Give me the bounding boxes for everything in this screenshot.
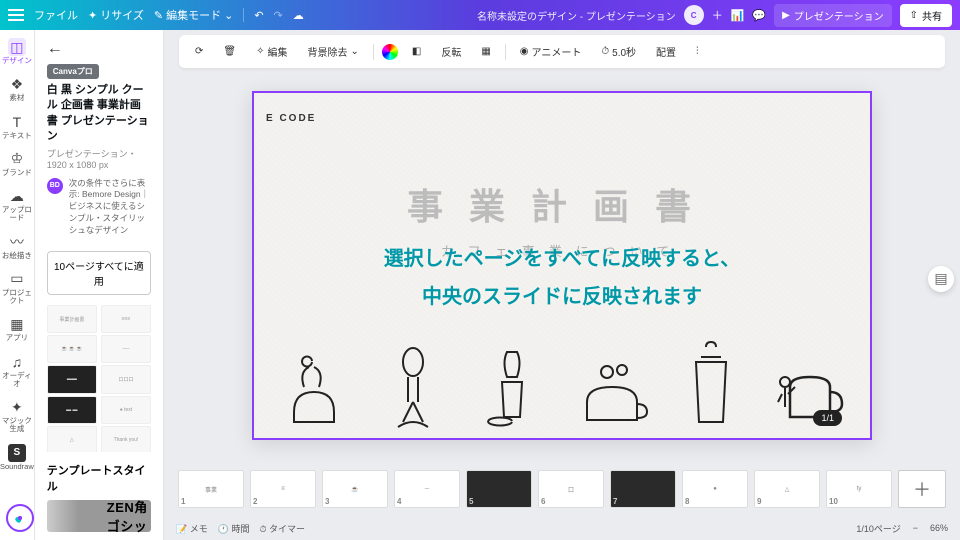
magic-icon: ✦ [8,398,26,416]
present-button[interactable]: ▶ プレゼンテーション [774,4,892,27]
rail-text[interactable]: Tテキスト [0,109,34,144]
rail-elements[interactable]: ❖素材 [0,71,34,106]
rail-draw[interactable]: 〰お絵描き [0,229,34,264]
resize-label: リサイズ [100,7,144,23]
template-thumb[interactable]: Thank you! [101,426,151,452]
page-indicator[interactable]: 1/10ページ [856,522,900,535]
time-button[interactable]: 🕐 時間 [218,522,250,535]
edit-mode-menu[interactable]: ✎ 編集モード ⌄ [154,7,233,23]
rail-design[interactable]: ◫デザイン [0,34,34,69]
zoom-value[interactable]: 66% [930,523,948,533]
strip-page[interactable]: ☕3 [322,470,388,508]
template-thumb[interactable]: ☕ ☕ ☕ [47,335,97,363]
slide-illustrations [264,312,860,432]
strip-page[interactable]: ≡2 [250,470,316,508]
rail-soundraw[interactable]: SSoundraw [0,440,34,475]
position-button[interactable]: 配置 [650,41,682,62]
strip-page[interactable]: ●8 [682,470,748,508]
duration-button[interactable]: ⏱ 5.0秒 [595,41,642,62]
soundraw-icon: S [8,444,26,462]
template-pages-grid: 事業計画書 ≡≡≡ ☕ ☕ ☕ ── ▬▬ 口口口 ▬ ▬ ● text △ T… [35,305,163,452]
file-menu[interactable]: ファイル [34,7,78,23]
analytics-icon[interactable]: 📊 [731,9,745,22]
font-preview[interactable]: ZEN角ゴシッ [47,500,151,532]
author-avatar: BD [47,178,63,194]
strip-page[interactable]: 5 [466,470,532,508]
cloud-sync-icon[interactable]: ☁ [293,9,304,22]
rail-upload[interactable]: ☁アップロード [0,183,34,227]
brand-icon: ♔ [8,150,26,168]
strip-page[interactable]: 事業1 [178,470,244,508]
back-button[interactable]: ← [47,40,151,58]
delete-icon[interactable]: 🗑 [217,43,242,60]
menu-icon[interactable] [8,9,24,21]
ai-fab[interactable] [6,504,34,532]
redo-icon[interactable]: ↷ [274,9,283,22]
instruction-overlay: 選択したページをすべてに反映すると、 中央のスライドに反映されます [164,240,960,316]
slide-heading: 事業計画書 [254,178,870,230]
apply-all-button[interactable]: 10ページすべてに適用 [47,251,151,295]
crop-icon[interactable]: ◧ [406,43,427,60]
template-thumb[interactable]: △ [47,426,97,452]
bg-remove-button[interactable]: 背景除去 ⌄ [301,41,364,62]
canva-assistant-icon[interactable]: C [684,5,704,25]
zoom-out-icon[interactable]: − [913,523,918,533]
elements-icon: ❖ [8,75,26,93]
rail-project[interactable]: ▭プロジェクト [0,266,34,310]
template-style-header: テンプレートスタイル [35,452,163,500]
comment-icon[interactable]: 💬 [752,9,766,22]
project-icon: ▭ [8,270,26,288]
slide-code-label: E CODE [266,113,316,124]
doc-title[interactable]: 名称未設定のデザイン - プレゼンテーション [477,8,676,23]
template-meta: プレゼンテーション・1920 x 1080 px [47,147,151,170]
color-icon[interactable] [382,44,398,60]
template-title: 白 黒 シンプル クール 企画書 事業計画書 プレゼンテーション [47,83,151,145]
audio-icon: ♫ [8,353,26,371]
strip-page[interactable]: △9 [754,470,820,508]
undo-icon[interactable]: ↶ [254,9,263,22]
add-page-button[interactable]: ＋ [898,470,946,508]
share-button[interactable]: ⇧ 共有 [900,4,952,27]
add-icon[interactable]: ＋ [712,7,723,23]
rail-apps[interactable]: ▦アプリ [0,311,34,346]
text-icon: T [8,113,26,131]
template-thumb[interactable]: 事業計画書 [47,305,97,333]
strip-page[interactable]: ─4 [394,470,460,508]
upload-icon: ☁ [8,187,26,205]
strip-page[interactable]: 7 [610,470,676,508]
strip-page[interactable]: 口6 [538,470,604,508]
suggest-text[interactable]: 次の条件でさらに表示: Bemore Design｜ビジネスに使えるシンプル・ス… [69,178,151,237]
template-thumb[interactable]: ● text [101,396,151,424]
more-icon[interactable]: ⫶ [690,43,705,60]
template-thumb[interactable]: ▬▬ [47,365,97,393]
flip-button[interactable]: 反転 [435,41,467,62]
template-thumb[interactable]: ── [101,335,151,363]
page-strip: 事業1 ≡2 ☕3 ─4 5 口6 7 ●8 △9 ty10 ＋ [164,462,960,516]
notes-button[interactable]: 📝 メモ [176,522,208,535]
smart-icon[interactable]: ▦ [475,43,496,60]
context-toolbar: ⟳ 🗑 ✧ 編集 背景除去 ⌄ ◧ 反転 ▦ ◉ アニメート ⏱ 5.0秒 配置… [179,35,945,69]
strip-page[interactable]: ty10 [826,470,892,508]
page-pill: 1/1 [813,410,842,426]
resize-menu[interactable]: ✦ リサイズ [88,7,144,23]
apps-icon: ▦ [8,315,26,333]
rail-magic[interactable]: ✦マジック生成 [0,394,34,438]
template-thumb[interactable]: ▬ ▬ [47,396,97,424]
rail-brand[interactable]: ♔ブランド [0,146,34,181]
template-thumb[interactable]: ≡≡≡ [101,305,151,333]
edit-image-button[interactable]: ✧ 編集 [250,41,293,62]
draw-icon: 〰 [8,233,26,251]
rail-audio[interactable]: ♫オーディオ [0,349,34,393]
timer-button[interactable]: ⏱ タイマー [259,522,305,535]
edit-mode-label: 編集モード [166,7,221,23]
template-thumb[interactable]: 口口口 [101,365,151,393]
animate-button[interactable]: ◉ アニメート [514,41,588,62]
pro-badge: Canvaプロ [47,64,99,79]
design-icon: ◫ [8,38,26,56]
sync-icon[interactable]: ⟳ [189,43,209,60]
